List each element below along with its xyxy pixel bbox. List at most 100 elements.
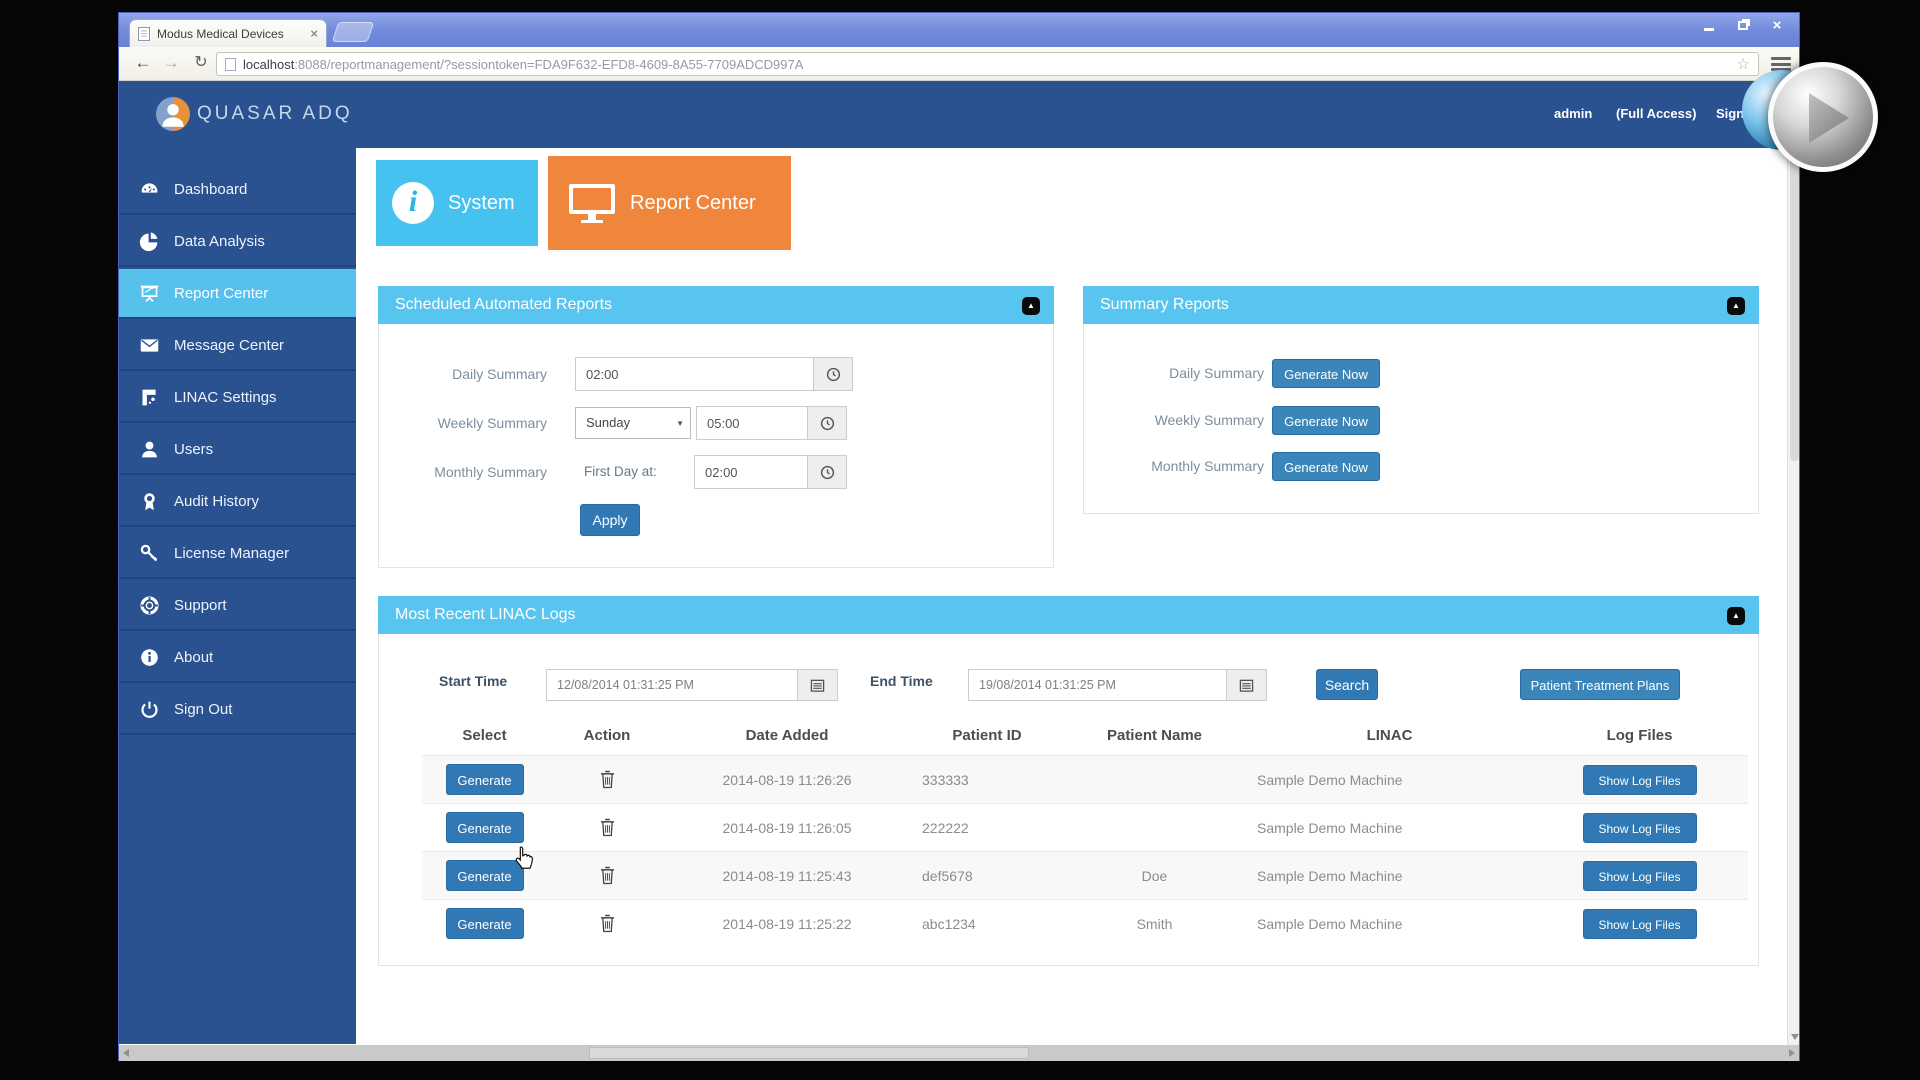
col-select: Select xyxy=(422,723,547,749)
search-button[interactable]: Search xyxy=(1316,669,1378,700)
trash-icon[interactable] xyxy=(547,818,667,837)
browser-tab[interactable]: Modus Medical Devices × xyxy=(129,19,327,47)
generate-button[interactable]: Generate xyxy=(446,764,524,795)
linac-cell: Sample Demo Machine xyxy=(1242,868,1537,884)
generate-now-button[interactable]: Generate Now xyxy=(1272,359,1380,388)
trash-icon[interactable] xyxy=(547,914,667,933)
play-button-overlay[interactable] xyxy=(1768,62,1878,172)
monthly-time-group xyxy=(694,455,847,489)
weekly-time-input[interactable] xyxy=(696,406,808,440)
close-window-icon[interactable]: × xyxy=(1765,17,1789,34)
trash-icon[interactable] xyxy=(547,866,667,885)
linac-cell: Sample Demo Machine xyxy=(1242,916,1537,932)
sidebar-item-data-analysis[interactable]: Data Analysis xyxy=(119,217,356,267)
trash-icon[interactable] xyxy=(547,770,667,789)
date-added-cell: 2014-08-19 11:25:22 xyxy=(667,916,907,932)
bookmark-star-icon[interactable]: ☆ xyxy=(1737,55,1750,73)
generate-button[interactable]: Generate xyxy=(446,812,524,843)
sidebar-item-label: Report Center xyxy=(174,285,268,302)
sidebar-item-linac-settings[interactable]: LINAC Settings xyxy=(119,373,356,423)
sidebar-item-report-center[interactable]: Report Center xyxy=(119,269,356,319)
sidebar-item-users[interactable]: Users xyxy=(119,425,356,475)
tab-system[interactable]: i System xyxy=(376,160,538,246)
end-time-input[interactable] xyxy=(968,669,1227,701)
weekly-time-group xyxy=(696,406,847,440)
tab-close-icon[interactable]: × xyxy=(310,27,318,40)
clock-icon xyxy=(820,416,835,431)
sidebar-item-license-manager[interactable]: License Manager xyxy=(119,529,356,579)
refresh-icon[interactable]: ↻ xyxy=(189,51,213,75)
back-icon[interactable]: ← xyxy=(131,51,155,75)
sidebar-item-dashboard[interactable]: Dashboard xyxy=(119,165,356,215)
generate-button[interactable]: Generate xyxy=(446,908,524,939)
monthly-time-input[interactable] xyxy=(694,455,808,489)
key-icon xyxy=(139,543,160,564)
weekly-day-select[interactable]: Sunday ▼ xyxy=(575,407,691,439)
pointer-cursor xyxy=(512,845,536,872)
sidebar-item-about[interactable]: About xyxy=(119,633,356,683)
clock-addon[interactable] xyxy=(814,357,853,391)
collapse-icon[interactable]: ▲ xyxy=(1022,297,1040,315)
sidebar-item-audit-history[interactable]: Audit History xyxy=(119,477,356,527)
video-frame: Modus Medical Devices × × ← → ↻ localhos… xyxy=(0,0,1920,1080)
patient-name-cell: Doe xyxy=(1067,868,1242,884)
sidebar-item-label: Users xyxy=(174,441,213,458)
sidebar-item-message-center[interactable]: Message Center xyxy=(119,321,356,371)
sidebar-item-sign-out[interactable]: Sign Out xyxy=(119,685,356,735)
show-log-files-button[interactable]: Show Log Files xyxy=(1583,765,1697,795)
clock-addon[interactable] xyxy=(808,406,847,440)
daily-time-input[interactable] xyxy=(575,357,814,391)
forward-icon[interactable]: → xyxy=(159,51,183,75)
restore-icon[interactable] xyxy=(1731,17,1755,34)
pie-chart-icon xyxy=(139,231,160,252)
user-icon xyxy=(139,439,160,460)
collapse-icon[interactable]: ▲ xyxy=(1727,297,1745,315)
show-log-files-button[interactable]: Show Log Files xyxy=(1583,909,1697,939)
table-row: Generate 2014-08-19 11:25:43 def5678 Doe… xyxy=(422,851,1748,899)
tab-title: Modus Medical Devices xyxy=(157,27,303,41)
url-bar[interactable]: localhost:8088/reportmanagement/?session… xyxy=(216,52,1759,76)
table-row: Generate 2014-08-19 11:25:22 abc1234 Smi… xyxy=(422,899,1748,947)
horizontal-scrollbar[interactable] xyxy=(119,1045,1799,1061)
menu-icon[interactable] xyxy=(1771,57,1791,71)
clock-addon[interactable] xyxy=(808,455,847,489)
linac-cell: Sample Demo Machine xyxy=(1242,820,1537,836)
panel-title: Summary Reports xyxy=(1083,286,1759,324)
calendar-addon[interactable] xyxy=(798,669,838,701)
calendar-icon xyxy=(1239,678,1254,693)
sidebar-item-support[interactable]: Support xyxy=(119,581,356,631)
sidebar-item-label: Support xyxy=(174,597,227,614)
generate-now-button[interactable]: Generate Now xyxy=(1272,406,1380,435)
patient-id-cell: 222222 xyxy=(907,820,1067,836)
patient-name-cell: Smith xyxy=(1067,916,1242,932)
scrollbar-thumb[interactable] xyxy=(589,1047,1029,1059)
lifebuoy-icon xyxy=(139,595,160,616)
tile-label: Report Center xyxy=(630,192,756,215)
scroll-right-icon[interactable] xyxy=(1789,1049,1795,1057)
date-added-cell: 2014-08-19 11:26:26 xyxy=(667,772,907,788)
start-time-input[interactable] xyxy=(546,669,798,701)
show-log-files-button[interactable]: Show Log Files xyxy=(1583,813,1697,843)
show-log-files-button[interactable]: Show Log Files xyxy=(1583,861,1697,891)
col-patient-id: Patient ID xyxy=(907,723,1067,749)
url-text: localhost:8088/reportmanagement/?session… xyxy=(243,57,1730,72)
end-time-label: End Time xyxy=(870,673,933,689)
calendar-addon[interactable] xyxy=(1227,669,1267,701)
apply-button[interactable]: Apply xyxy=(580,504,640,536)
scroll-down-icon[interactable] xyxy=(1791,1034,1799,1040)
patient-id-cell: 333333 xyxy=(907,772,1067,788)
daily-summary-label: Daily Summary xyxy=(1104,359,1264,388)
sidebar-item-label: LINAC Settings xyxy=(174,389,277,406)
scroll-left-icon[interactable] xyxy=(123,1049,129,1057)
start-time-label: Start Time xyxy=(439,673,507,689)
tab-report-center[interactable]: Report Center xyxy=(548,156,791,250)
table-row: Generate 2014-08-19 11:26:05 222222 Samp… xyxy=(422,803,1748,851)
new-tab-button[interactable] xyxy=(332,22,374,42)
patient-treatment-plans-button[interactable]: Patient Treatment Plans xyxy=(1520,669,1680,700)
sidebar-item-label: Data Analysis xyxy=(174,233,265,250)
presentation-icon xyxy=(139,283,160,304)
collapse-icon[interactable]: ▲ xyxy=(1727,607,1745,625)
generate-now-button[interactable]: Generate Now xyxy=(1272,452,1380,481)
minimize-icon[interactable] xyxy=(1697,17,1721,34)
vertical-scrollbar[interactable] xyxy=(1787,81,1799,1045)
